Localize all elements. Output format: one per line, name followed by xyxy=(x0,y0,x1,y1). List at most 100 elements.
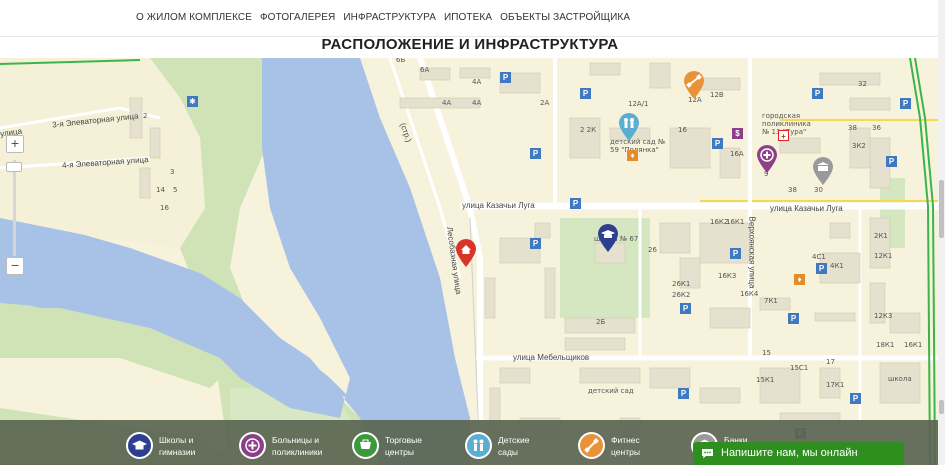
online-chat-button[interactable]: Напишите нам, мы онлайн xyxy=(693,442,904,465)
parking-icon: P xyxy=(812,88,823,99)
nav-item-gallery[interactable]: ФОТОГАЛЕРЕЯ xyxy=(260,12,335,23)
house-number: 12К1 xyxy=(874,252,893,260)
house-number: 38 xyxy=(788,186,797,194)
house-number: 6А xyxy=(420,66,430,74)
parking-icon: P xyxy=(788,313,799,324)
medical-poi-icon: + xyxy=(778,130,789,141)
house-number: 5 xyxy=(173,186,178,194)
legend-hospitals-line1: Больницы и xyxy=(272,435,320,445)
parking-icon: ✱ xyxy=(187,96,198,107)
kindergarten-bottom-label: детский сад xyxy=(588,387,634,395)
children-icon xyxy=(465,432,492,459)
children-icon[interactable] xyxy=(618,112,640,142)
legend-fitness-line1: Фитнес xyxy=(611,435,640,445)
house-number: 26К2 xyxy=(672,291,691,299)
parking-icon: P xyxy=(500,72,511,83)
house-number: 12В xyxy=(710,91,724,99)
parking-icon: P xyxy=(580,88,591,99)
plus-cross-icon[interactable] xyxy=(756,144,778,174)
house-number: 16К3 xyxy=(718,272,737,280)
house-number: 7К1 xyxy=(764,297,778,305)
legend-hospitals-line2: поликлиники xyxy=(272,447,323,457)
house-number: 3К2 xyxy=(852,142,866,150)
nav-menu: О ЖИЛОМ КОМПЛЕКСЕ ФОТОГАЛЕРЕЯ ИНФРАСТРУК… xyxy=(136,12,638,23)
zoom-out-button[interactable]: − xyxy=(6,257,24,275)
school-right-label: школа xyxy=(888,375,912,383)
house-number: 17К1 xyxy=(826,381,845,389)
legend-fitness-line2: центры xyxy=(611,447,640,457)
house-number: 16К4 xyxy=(740,290,759,298)
street-kazachi-luga-2: улица Казачьи Луга xyxy=(770,204,843,213)
shop-poi-icon: ♦ xyxy=(794,274,805,285)
house-number: 15С1 xyxy=(790,364,809,372)
house-number: 12А/1 xyxy=(628,100,649,108)
home-icon[interactable] xyxy=(455,238,477,268)
nav-item-mortgage[interactable]: ИПОТЕКА xyxy=(444,12,492,23)
graduation-cap-icon xyxy=(126,432,153,459)
parking-icon: P xyxy=(850,393,861,404)
house-number: 12К3 xyxy=(874,312,893,320)
house-number: 30 xyxy=(814,186,823,194)
house-number: 36 xyxy=(872,124,881,132)
scrollbar-thumb-secondary[interactable] xyxy=(939,400,944,414)
house-number: 16К1 xyxy=(726,218,745,226)
house-number: 17 xyxy=(826,358,835,366)
parking-icon: P xyxy=(680,303,691,314)
graduation-cap-icon[interactable] xyxy=(597,223,619,253)
zoom-slider-handle[interactable] xyxy=(6,162,22,172)
nav-item-developer-objects[interactable]: ОБЪЕКТЫ ЗАСТРОЙЩИКА xyxy=(500,12,630,23)
legend-schools-line2: гимназии xyxy=(159,447,196,457)
legend-kindergartens-line1: Детские xyxy=(498,435,530,445)
street-verkhoyanskaya: Верхоянская улица xyxy=(747,216,757,289)
house-number: 4С1 xyxy=(812,253,826,261)
house-number: 3 xyxy=(170,168,175,176)
map[interactable]: 3-я Элеваторная улица 4-я Элеваторная ул… xyxy=(0,58,938,465)
dumbbell-icon[interactable] xyxy=(683,70,705,100)
page-scrollbar[interactable] xyxy=(938,0,945,465)
house-number: 18К1 xyxy=(876,341,895,349)
house-number: 2 xyxy=(143,112,148,120)
legend-kindergartens-line2: сады xyxy=(498,447,519,457)
zoom-in-button[interactable]: + xyxy=(6,135,24,153)
chat-label: Напишите нам, мы онлайн xyxy=(721,447,858,459)
parking-icon: P xyxy=(886,156,897,167)
house-number: 16А xyxy=(730,150,744,158)
house-number: 2 2К xyxy=(580,126,597,134)
street-kazachi-luga-1: улица Казачьи Луга xyxy=(462,201,535,210)
parking-icon: P xyxy=(900,98,911,109)
house-number: 16К1 xyxy=(904,341,923,349)
house-number: 16 xyxy=(160,204,169,212)
house-number: 6Б xyxy=(396,58,406,64)
house-number: 15К1 xyxy=(756,376,775,384)
parking-icon: P xyxy=(570,198,581,209)
house-number: 4К1 xyxy=(830,262,844,270)
parking-icon: P xyxy=(712,138,723,149)
shopping-bag-icon xyxy=(352,432,379,459)
street-mebelshchikov: улица Мебельщиков xyxy=(513,353,590,362)
parking-icon: P xyxy=(816,263,827,274)
house-number: 15 xyxy=(762,349,771,357)
parking-icon: P xyxy=(530,238,541,249)
section-title: РАСПОЛОЖЕНИЕ И ИНФРАСТРУКТУРА xyxy=(321,36,619,53)
house-number: 26 xyxy=(648,246,657,254)
zoom-slider-track[interactable] xyxy=(13,160,16,256)
house-number: 2К1 xyxy=(874,232,888,240)
house-number: 2Б xyxy=(596,318,606,326)
legend-shopping-line2: центры xyxy=(385,447,414,457)
house-number: 14 xyxy=(156,186,165,194)
house-number: 38 xyxy=(848,124,857,132)
parking-icon: P xyxy=(530,148,541,159)
house-number: 4А xyxy=(442,99,452,107)
chat-bubble-icon xyxy=(702,449,713,459)
house-number: 4А xyxy=(472,78,482,86)
scrollbar-thumb[interactable] xyxy=(939,180,944,238)
bank-icon[interactable] xyxy=(812,156,834,186)
legend-schools-line1: Школы и xyxy=(159,435,194,445)
parking-icon: P xyxy=(730,248,741,259)
nav-item-infrastructure[interactable]: ИНФРАСТРУКТУРА xyxy=(343,12,436,23)
house-number: 4А xyxy=(472,99,482,107)
nav-item-about[interactable]: О ЖИЛОМ КОМПЛЕКСЕ xyxy=(136,12,252,23)
house-number: 32 xyxy=(858,80,867,88)
shop-poi-icon: ♦ xyxy=(627,150,638,161)
plus-cross-icon xyxy=(239,432,266,459)
